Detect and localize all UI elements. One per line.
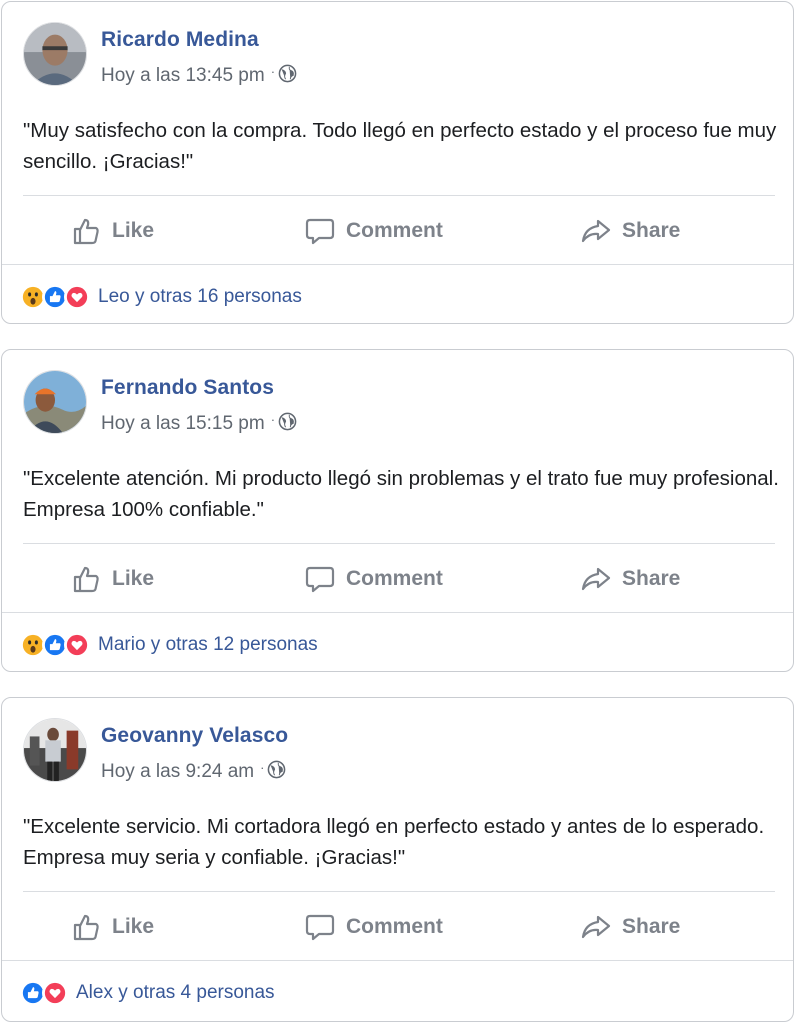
action-bar: Like Comment Share [2,198,793,264]
speech-bubble-icon [305,914,335,941]
divider [23,543,775,544]
globe-icon [278,412,297,431]
love-reaction-icon [64,632,90,658]
comment-label: Comment [346,219,443,242]
like-label: Like [112,567,155,590]
reaction-text[interactable]: Leo y otras 16 personas [98,286,302,308]
love-reaction-icon [42,980,68,1006]
post-text: "Excelente atención. Mi producto llegó s… [23,467,779,521]
like-label: Like [112,219,155,242]
like-button[interactable]: Like [70,546,154,612]
divider [23,891,775,892]
post-text: "Muy satisfecho con la compra. Todo lleg… [23,119,777,173]
comment-label: Comment [346,915,443,938]
share-button[interactable]: Share [580,894,680,960]
love-reaction-icon [64,284,90,310]
divider [2,960,793,961]
reaction-icons [20,284,90,310]
post-text: "Excelente servicio. Mi cortadora llegó … [23,815,765,869]
post-card: Fernando Santos Hoy a las 15:15 pm · "Exc… [1,349,794,672]
post-time[interactable]: Hoy a las 9:24 am [101,761,254,782]
post-meta: Hoy a las 15:15 pm · [101,412,297,435]
like-button[interactable]: Like [70,198,154,264]
author-name[interactable]: Fernando Santos [101,376,274,400]
post-time[interactable]: Hoy a las 13:45 pm [101,65,265,86]
action-bar: Like Comment Share [2,894,793,960]
avatar[interactable] [23,22,87,86]
comment-button[interactable]: Comment [304,894,443,960]
share-label: Share [622,915,681,938]
reactions-summary[interactable]: Mario y otras 12 personas [20,623,318,667]
like-label: Like [112,915,155,938]
share-arrow-icon [581,567,611,591]
reactions-summary[interactable]: Alex y otras 4 personas [20,971,275,1015]
avatar[interactable] [23,370,87,434]
like-button[interactable]: Like [70,894,154,960]
action-bar: Like Comment Share [2,546,793,612]
post-time[interactable]: Hoy a las 15:15 pm [101,413,265,434]
reactions-summary[interactable]: Leo y otras 16 personas [20,275,302,319]
post-meta: Hoy a las 13:45 pm · [101,64,297,87]
post-header: Fernando Santos Hoy a las 15:15 pm · [23,370,723,436]
comment-button[interactable]: Comment [304,198,443,264]
post-header: Ricardo Medina Hoy a las 13:45 pm · [23,22,723,88]
reaction-text[interactable]: Alex y otras 4 personas [76,982,275,1004]
post-meta: Hoy a las 9:24 am · [101,760,286,783]
globe-icon [278,64,297,83]
divider [2,612,793,613]
share-arrow-icon [581,915,611,939]
avatar[interactable] [23,718,87,782]
thumbs-up-outline-icon [73,566,99,593]
divider [2,264,793,265]
comment-button[interactable]: Comment [304,546,443,612]
post-card: Geovanny Velasco Hoy a las 9:24 am · "Exc… [1,697,794,1022]
reaction-icons [20,980,68,1006]
globe-icon [267,760,286,779]
share-arrow-icon [581,219,611,243]
divider [23,195,775,196]
speech-bubble-icon [305,218,335,245]
post-card: Ricardo Medina Hoy a las 13:45 pm · "Muy … [1,1,794,324]
post-header: Geovanny Velasco Hoy a las 9:24 am · [23,718,723,784]
comment-label: Comment [346,567,443,590]
thumbs-up-outline-icon [73,218,99,245]
share-button[interactable]: Share [580,198,680,264]
share-label: Share [622,219,681,242]
share-button[interactable]: Share [580,546,680,612]
speech-bubble-icon [305,566,335,593]
thumbs-up-outline-icon [73,914,99,941]
share-label: Share [622,567,681,590]
author-name[interactable]: Geovanny Velasco [101,724,288,748]
author-name[interactable]: Ricardo Medina [101,28,259,52]
reaction-text[interactable]: Mario y otras 12 personas [98,634,318,656]
reaction-icons [20,632,90,658]
